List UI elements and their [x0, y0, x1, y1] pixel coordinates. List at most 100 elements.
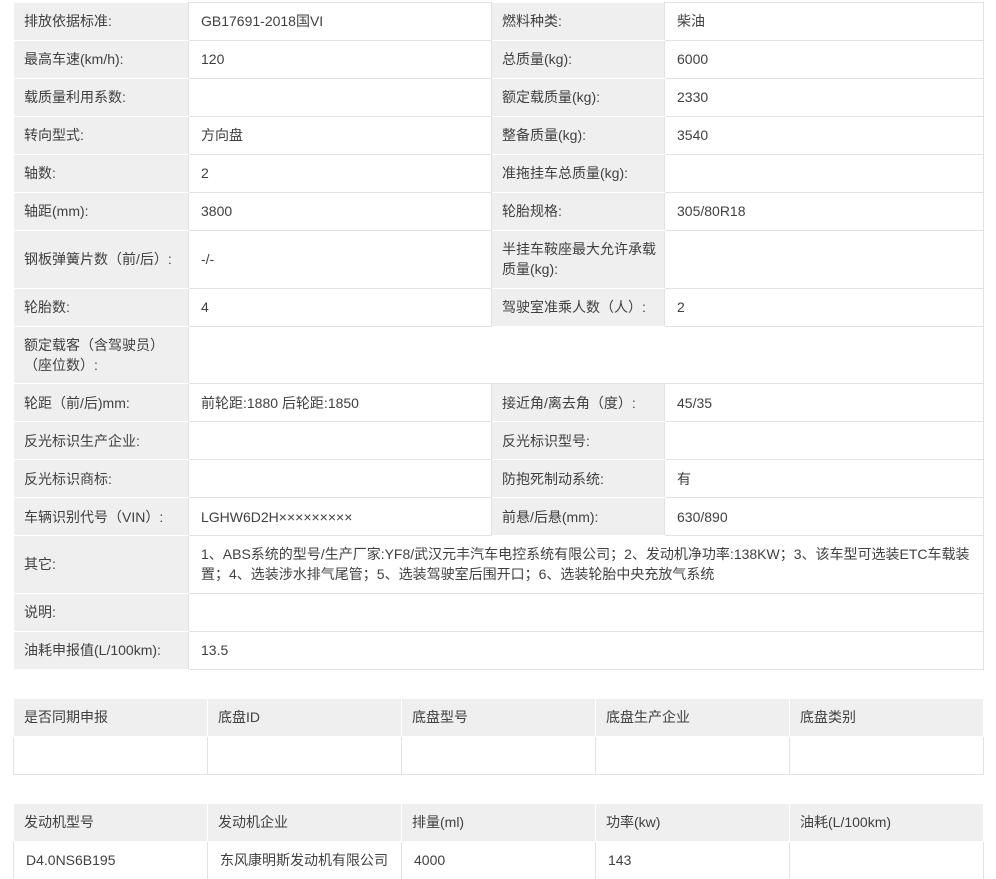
- engine-header: 发动机企业: [208, 803, 402, 841]
- spec-label: 说明:: [14, 593, 189, 631]
- engine-table: 发动机型号 发动机企业 排量(ml) 功率(kw) 油耗(L/100km) D4…: [13, 803, 984, 879]
- spec-value: 2330: [665, 79, 984, 117]
- spec-label: 反光标识生产企业:: [14, 422, 189, 460]
- spec-label: 防抱死制动系统:: [492, 460, 665, 498]
- spec-value: [189, 460, 492, 498]
- spec-label: 其它:: [14, 536, 189, 594]
- spec-value: [665, 231, 984, 289]
- engine-model-cell: D4.0NS6B195: [14, 841, 208, 879]
- spec-row-vin: 车辆识别代号（VIN）: LGHW6D2H××××××××× 前悬/后悬(mm)…: [14, 498, 984, 536]
- spec-label: 轴距(mm):: [14, 193, 189, 231]
- spec-label: 接近角/离去角（度）:: [492, 384, 665, 422]
- spec-value: [189, 593, 984, 631]
- chassis-cell: [790, 736, 984, 774]
- spec-label: 钢板弹簧片数（前/后）:: [14, 231, 189, 289]
- spec-value: [189, 326, 984, 384]
- spec-value: 有: [665, 460, 984, 498]
- chassis-cell: [402, 736, 596, 774]
- spec-label: 前悬/后悬(mm):: [492, 498, 665, 536]
- engine-displacement-cell: 4000: [402, 841, 596, 879]
- spec-value-other-notes: 1、ABS系统的型号/生产厂家:YF8/武汉元丰汽车电控系统有限公司；2、发动机…: [189, 536, 984, 594]
- spec-row-max-speed: 最高车速(km/h): 120 总质量(kg): 6000: [14, 41, 984, 79]
- spec-label: 整备质量(kg):: [492, 117, 665, 155]
- spec-label: 轮胎规格:: [492, 193, 665, 231]
- spec-row-remarks: 说明:: [14, 593, 984, 631]
- engine-header: 油耗(L/100km): [790, 803, 984, 841]
- engine-maker-cell: 东风康明斯发动机有限公司: [208, 841, 402, 879]
- engine-data-row: D4.0NS6B195 东风康明斯发动机有限公司 4000 143: [14, 841, 984, 879]
- engine-header: 发动机型号: [14, 803, 208, 841]
- chassis-data-row: [14, 736, 984, 774]
- spec-value: 3800: [189, 193, 492, 231]
- spec-value: [665, 155, 984, 193]
- spec-label: 总质量(kg):: [492, 41, 665, 79]
- chassis-header: 底盘ID: [208, 698, 402, 736]
- chassis-header: 底盘生产企业: [596, 698, 790, 736]
- spec-value: 6000: [665, 41, 984, 79]
- chassis-cell: [208, 736, 402, 774]
- spec-value: 13.5: [189, 631, 984, 669]
- spec-value-vin: LGHW6D2H×××××××××: [189, 498, 492, 536]
- spec-label: 反光标识型号:: [492, 422, 665, 460]
- spec-label: 车辆识别代号（VIN）:: [14, 498, 189, 536]
- spec-value: 3540: [665, 117, 984, 155]
- engine-header: 排量(ml): [402, 803, 596, 841]
- spec-value: GB17691-2018国VI: [189, 3, 492, 41]
- spec-value: [189, 422, 492, 460]
- spec-label: 排放依据标准:: [14, 3, 189, 41]
- chassis-header-row: 是否同期申报 底盘ID 底盘型号 底盘生产企业 底盘类别: [14, 698, 984, 736]
- spec-value: 120: [189, 41, 492, 79]
- spec-label: 额定载质量(kg):: [492, 79, 665, 117]
- spec-label: 最高车速(km/h):: [14, 41, 189, 79]
- spec-label: 额定载客（含驾驶员）（座位数）:: [14, 326, 189, 384]
- spec-value: 2: [665, 288, 984, 326]
- spec-label: 半挂车鞍座最大允许承载质量(kg):: [492, 231, 665, 289]
- spec-value: 45/35: [665, 384, 984, 422]
- engine-header: 功率(kw): [596, 803, 790, 841]
- chassis-header: 底盘型号: [402, 698, 596, 736]
- spec-label: 准拖挂车总质量(kg):: [492, 155, 665, 193]
- spec-label: 燃料种类:: [492, 3, 665, 41]
- spec-label: 油耗申报值(L/100km):: [14, 631, 189, 669]
- spec-row-reflective-maker: 反光标识生产企业: 反光标识型号:: [14, 422, 984, 460]
- spec-value: [665, 422, 984, 460]
- spec-row-reflective-brand: 反光标识商标: 防抱死制动系统: 有: [14, 460, 984, 498]
- spec-row-load-factor: 载质量利用系数: 额定载质量(kg): 2330: [14, 79, 984, 117]
- spec-label: 载质量利用系数:: [14, 79, 189, 117]
- spec-value: 方向盘: [189, 117, 492, 155]
- spec-label: 驾驶室准乘人数（人）:: [492, 288, 665, 326]
- spec-row-axles: 轴数: 2 准拖挂车总质量(kg):: [14, 155, 984, 193]
- spec-value: 前轮距:1880 后轮距:1850: [189, 384, 492, 422]
- spec-value: 柴油: [665, 3, 984, 41]
- spec-value: 4: [189, 288, 492, 326]
- chassis-cell: [596, 736, 790, 774]
- spec-row-leaf-springs: 钢板弹簧片数（前/后）: -/- 半挂车鞍座最大允许承载质量(kg):: [14, 231, 984, 289]
- spec-row-other: 其它: 1、ABS系统的型号/生产厂家:YF8/武汉元丰汽车电控系统有限公司；2…: [14, 536, 984, 594]
- spec-row-seating: 额定载客（含驾驶员）（座位数）:: [14, 326, 984, 384]
- spec-label: 轮胎数:: [14, 288, 189, 326]
- spec-row-fuel-declared: 油耗申报值(L/100km): 13.5: [14, 631, 984, 669]
- spec-label: 转向型式:: [14, 117, 189, 155]
- engine-header-row: 发动机型号 发动机企业 排量(ml) 功率(kw) 油耗(L/100km): [14, 803, 984, 841]
- chassis-table: 是否同期申报 底盘ID 底盘型号 底盘生产企业 底盘类别: [13, 698, 984, 775]
- spec-label: 反光标识商标:: [14, 460, 189, 498]
- spec-row-wheelbase: 轴距(mm): 3800 轮胎规格: 305/80R18: [14, 193, 984, 231]
- spec-value: 2: [189, 155, 492, 193]
- spec-value: -/-: [189, 231, 492, 289]
- spec-value: 305/80R18: [665, 193, 984, 231]
- engine-fuel-cell: [790, 841, 984, 879]
- spec-label: 轴数:: [14, 155, 189, 193]
- vehicle-announcement-page: 排放依据标准: GB17691-2018国VI 燃料种类: 柴油 最高车速(km…: [0, 0, 996, 879]
- spec-row-track-width: 轮距（前/后)mm: 前轮距:1880 后轮距:1850 接近角/离去角（度）:…: [14, 384, 984, 422]
- spec-label: 轮距（前/后)mm:: [14, 384, 189, 422]
- spec-row-emission: 排放依据标准: GB17691-2018国VI 燃料种类: 柴油: [14, 3, 984, 41]
- spec-row-tire-count: 轮胎数: 4 驾驶室准乘人数（人）: 2: [14, 288, 984, 326]
- vehicle-spec-table: 排放依据标准: GB17691-2018国VI 燃料种类: 柴油 最高车速(km…: [13, 2, 984, 670]
- spec-value: 630/890: [665, 498, 984, 536]
- engine-power-cell: 143: [596, 841, 790, 879]
- spec-row-steering: 转向型式: 方向盘 整备质量(kg): 3540: [14, 117, 984, 155]
- spec-value: [189, 79, 492, 117]
- chassis-cell: [14, 736, 208, 774]
- chassis-header: 是否同期申报: [14, 698, 208, 736]
- chassis-header: 底盘类别: [790, 698, 984, 736]
